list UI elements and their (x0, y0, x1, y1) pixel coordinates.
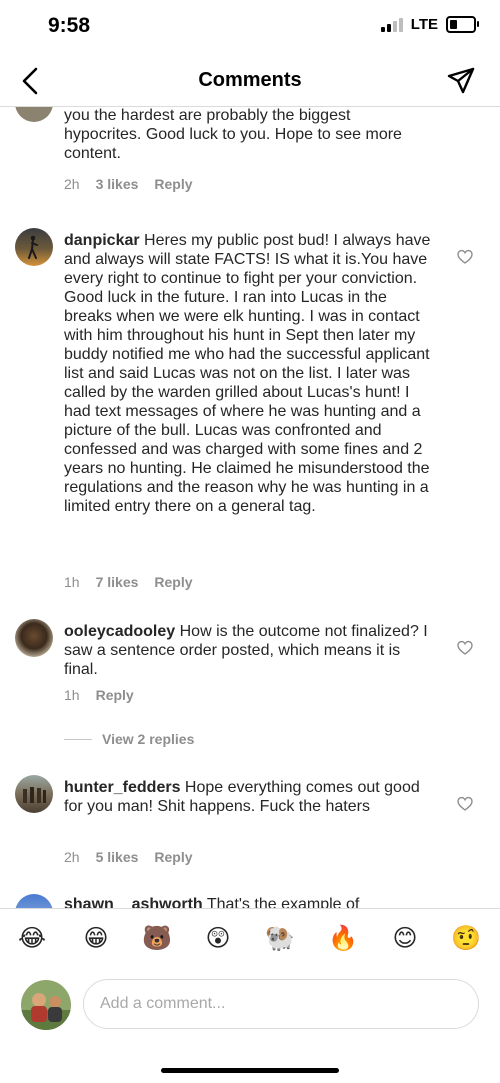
comment-body: That's the example of (206, 896, 360, 908)
avatar-group (23, 787, 46, 803)
comment-composer (0, 970, 500, 1050)
reply-button[interactable]: Reply (96, 687, 134, 703)
comment-time: 2h (64, 176, 80, 192)
avatar[interactable] (21, 980, 71, 1030)
avatar[interactable] (15, 619, 53, 657)
astonished-emoji-button[interactable]: 😲 (202, 923, 234, 955)
raised-eyebrow-emoji-button[interactable]: 🤨 (450, 923, 482, 955)
grinning-emoji-button[interactable]: 😁 (80, 923, 112, 955)
view-replies-button[interactable]: View 2 replies (64, 731, 194, 747)
likes-count[interactable]: 5 likes (96, 849, 139, 865)
avatar[interactable] (15, 894, 53, 908)
tears-of-joy-emoji-button[interactable]: 😂 (16, 923, 48, 955)
network-label: LTE (410, 16, 438, 33)
heart-icon[interactable] (457, 640, 473, 656)
view-replies-label: View 2 replies (102, 731, 195, 747)
comment-text: you the hardest are probably the biggest… (64, 106, 432, 163)
avatar[interactable] (15, 106, 53, 122)
reply-button[interactable]: Reply (154, 849, 192, 865)
comment-meta: 2h 5 likes Reply (64, 849, 193, 865)
home-indicator[interactable] (161, 1068, 339, 1073)
comment-time: 1h (64, 687, 80, 703)
heart-icon[interactable] (457, 249, 473, 265)
likes-count[interactable]: 7 likes (96, 574, 139, 590)
likes-count[interactable]: 3 likes (96, 176, 139, 192)
heart-icon[interactable] (457, 796, 473, 812)
comment-username[interactable]: danpickar (64, 232, 140, 249)
comment-text: hunter_fedders Hope everything comes out… (64, 778, 432, 816)
comment-body: you the hardest are probably the biggest… (64, 107, 402, 162)
status-indicators: LTE (380, 16, 479, 33)
emoji-bar: 😂 😁 🐻 😲 🐏 🔥 😊 🤨 (0, 908, 500, 971)
comment-text: danpickar Heres my public post bud! I al… (64, 231, 432, 516)
smiling-emoji-button[interactable]: 😊 (389, 923, 421, 955)
bear-emoji-button[interactable]: 🐻 (141, 923, 173, 955)
comment-username[interactable]: ooleycadooley (64, 623, 175, 640)
avatar[interactable] (15, 228, 53, 266)
avatar-silhouette (28, 235, 38, 259)
comment-text: shawn__ashworth That's the example of (64, 895, 432, 908)
share-button[interactable] (446, 66, 476, 96)
header: Comments (0, 56, 500, 107)
page-title: Comments (198, 69, 302, 91)
comment-body: Heres my public post bud! I always have … (64, 232, 431, 515)
comment-username[interactable]: shawn__ashworth (64, 896, 203, 908)
comment-time: 2h (64, 849, 80, 865)
comment-list[interactable]: you the hardest are probably the biggest… (0, 106, 500, 908)
status-bar: 9:58 LTE (0, 0, 500, 56)
comment-time: 1h (64, 574, 80, 590)
comment-username[interactable]: hunter_fedders (64, 779, 180, 796)
reply-button[interactable]: Reply (154, 574, 192, 590)
profile-photo (21, 980, 71, 1030)
divider (64, 738, 92, 740)
comment-text: ooleycadooley How is the outcome not fin… (64, 622, 432, 679)
comment-meta: 2h 3 likes Reply (64, 176, 193, 192)
signal-icon (380, 17, 403, 32)
status-time: 9:58 (48, 14, 91, 37)
comment-input[interactable] (83, 979, 479, 1029)
reply-button[interactable]: Reply (154, 176, 192, 192)
comment-meta: 1h 7 likes Reply (64, 574, 193, 590)
paper-plane-icon (447, 67, 475, 94)
battery-icon (446, 16, 479, 33)
fire-emoji-button[interactable]: 🔥 (327, 923, 359, 955)
comment-meta: 1h Reply (64, 687, 134, 703)
avatar[interactable] (15, 775, 53, 813)
ram-emoji-button[interactable]: 🐏 (264, 923, 296, 955)
